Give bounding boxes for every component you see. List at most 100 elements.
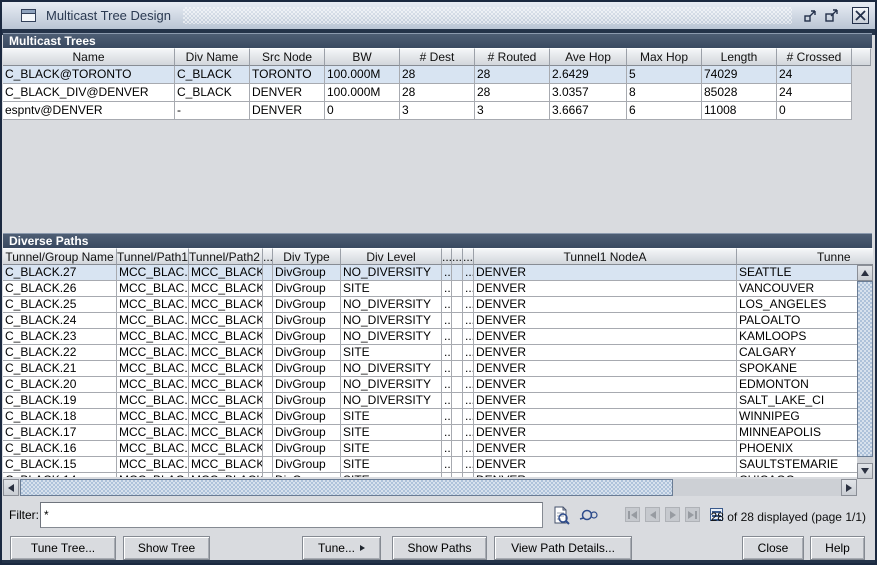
column-header[interactable]: # Crossed <box>777 48 852 66</box>
cell: 0 <box>325 102 400 120</box>
help-button[interactable]: Help <box>810 536 865 560</box>
table-row[interactable]: C_BLACK.20MCC_BLAC...MCC_BLACK... DivGrou… <box>3 377 857 393</box>
cell: DENVER <box>474 425 737 441</box>
column-header[interactable]: Tunnel/Path2 ... <box>189 248 263 265</box>
column-header[interactable]: Tunnel1 NodeA <box>474 248 737 265</box>
table-row[interactable]: C_BLACK.24MCC_BLAC...MCC_BLACK... DivGrou… <box>3 313 857 329</box>
magnifier-icon[interactable] <box>578 505 598 526</box>
vertical-scrollbar[interactable] <box>857 265 873 479</box>
cell <box>452 473 463 477</box>
table-row[interactable]: C_BLACK.14MCC_BLAC...MCC_BLACK... DivGrou… <box>3 473 857 477</box>
cell: ... <box>442 297 452 313</box>
cell: DENVER <box>474 473 737 477</box>
cell: C_BLACK.17 <box>3 425 117 441</box>
multicast-trees-panel-header: Multicast Trees <box>3 33 872 48</box>
cell: C_BLACK.24 <box>3 313 117 329</box>
cell: MCC_BLAC... <box>117 473 189 477</box>
show-tree-button[interactable]: Show Tree <box>123 536 210 560</box>
cell: SITE <box>341 457 442 473</box>
cell: MCC_BLAC... <box>117 265 189 281</box>
show-paths-button[interactable]: Show Paths <box>392 536 487 560</box>
column-header[interactable]: ... <box>463 248 474 265</box>
table-row[interactable]: C_BLACK.18MCC_BLAC...MCC_BLACK... DivGrou… <box>3 409 857 425</box>
tune-tree-button[interactable]: Tune Tree... <box>10 536 116 560</box>
column-header[interactable]: Tunne <box>737 248 857 265</box>
cell: 3.0357 <box>550 84 627 102</box>
column-header[interactable]: ... <box>263 248 273 265</box>
column-header[interactable]: # Dest <box>400 48 475 66</box>
cell: 28 <box>400 84 475 102</box>
column-header[interactable]: # Routed <box>475 48 550 66</box>
column-header[interactable]: ... <box>452 248 463 265</box>
table-row[interactable]: C_BLACK@TORONTO C_BLACK TORONTO 100.000M 28 2… <box>3 66 871 84</box>
column-header[interactable]: Max Hop <box>627 48 702 66</box>
column-header[interactable]: Div Name <box>175 48 250 66</box>
horizontal-scrollbar[interactable] <box>3 479 857 496</box>
cell: ... <box>442 393 452 409</box>
table-row[interactable]: C_BLACK.21MCC_BLAC...MCC_BLACK... DivGrou… <box>3 361 857 377</box>
column-header[interactable]: Ave Hop <box>550 48 627 66</box>
cell: C_BLACK <box>175 84 250 102</box>
cell: 3 <box>475 102 550 120</box>
table-row[interactable]: espntv@DENVER - DENVER 0 3 3 3.6667 6 11008 0 <box>3 102 871 120</box>
cell: C_BLACK.16 <box>3 441 117 457</box>
cell: C_BLACK.27 <box>3 265 117 281</box>
table-row[interactable]: C_BLACK.27MCC_BLAC...MCC_BLACK... DivGrou… <box>3 265 857 281</box>
tune-menu-button[interactable]: Tune... <box>302 536 381 560</box>
view-path-details-button[interactable]: View Path Details... <box>494 536 632 560</box>
table-row[interactable]: C_BLACK.23MCC_BLAC...MCC_BLACK... DivGrou… <box>3 329 857 345</box>
cell: C_BLACK.14 <box>3 473 117 477</box>
column-header[interactable]: Src Node <box>250 48 325 66</box>
cell: MCC_BLAC... <box>117 441 189 457</box>
next-page-icon[interactable] <box>665 507 680 522</box>
scroll-down-icon[interactable] <box>857 463 873 479</box>
cell: PALOALTO <box>737 313 857 329</box>
cell: 74029 <box>702 66 777 84</box>
cell: C_BLACK.21 <box>3 361 117 377</box>
cell: 8 <box>627 84 702 102</box>
table-row[interactable]: C_BLACK.16MCC_BLAC...MCC_BLACK... DivGrou… <box>3 441 857 457</box>
cell: DENVER <box>474 265 737 281</box>
column-header[interactable]: BW <box>325 48 400 66</box>
cell: CALGARY <box>737 345 857 361</box>
close-icon[interactable] <box>852 7 869 24</box>
horizontal-scrollbar-thumb[interactable] <box>20 479 673 496</box>
cell: DENVER <box>474 377 737 393</box>
column-header[interactable]: Length <box>702 48 777 66</box>
vertical-scrollbar-thumb[interactable] <box>857 281 873 457</box>
cell: MCC_BLACK... <box>189 361 263 377</box>
column-header[interactable]: Tunnel/Group Name <box>3 248 117 265</box>
cell: ... <box>463 345 474 361</box>
table-row[interactable]: C_BLACK.25MCC_BLAC...MCC_BLACK... DivGrou… <box>3 297 857 313</box>
previous-page-icon[interactable] <box>645 507 660 522</box>
cell: DENVER <box>250 84 325 102</box>
column-header[interactable]: ... <box>442 248 452 265</box>
column-header[interactable]: Div Type <box>273 248 341 265</box>
title-bar[interactable]: Multicast Tree Design <box>2 2 875 29</box>
cell: DivGroup <box>273 425 341 441</box>
cell: ... <box>463 425 474 441</box>
last-page-icon[interactable] <box>685 507 700 522</box>
table-row[interactable]: C_BLACK_DIV@DENVER C_BLACK DENVER 100.000M 2… <box>3 84 871 102</box>
search-document-icon[interactable] <box>551 505 571 526</box>
cell <box>263 393 273 409</box>
first-page-icon[interactable] <box>625 507 640 522</box>
table-row[interactable]: C_BLACK.17MCC_BLAC...MCC_BLACK... DivGrou… <box>3 425 857 441</box>
close-button[interactable]: Close <box>742 536 804 560</box>
cell: DivGroup <box>273 297 341 313</box>
cell <box>452 265 463 281</box>
table-row[interactable]: C_BLACK.22MCC_BLAC...MCC_BLACK... DivGrou… <box>3 345 857 361</box>
table-row[interactable]: C_BLACK.26MCC_BLAC...MCC_BLACK... DivGrou… <box>3 281 857 297</box>
scroll-left-icon[interactable] <box>3 479 19 496</box>
scroll-up-icon[interactable] <box>857 265 873 281</box>
table-row[interactable]: C_BLACK.15MCC_BLAC...MCC_BLACK... DivGrou… <box>3 457 857 473</box>
filter-input[interactable] <box>40 502 543 528</box>
column-header[interactable]: Name <box>3 48 175 66</box>
cell: 28 <box>475 84 550 102</box>
column-header[interactable]: Tunnel/Path1... <box>117 248 189 265</box>
scroll-right-icon[interactable] <box>841 479 857 496</box>
column-header[interactable]: Div Level <box>341 248 442 265</box>
table-row[interactable]: C_BLACK.19MCC_BLAC...MCC_BLACK... DivGrou… <box>3 393 857 409</box>
maximize-icon[interactable] <box>823 7 840 24</box>
minimize-icon[interactable] <box>802 7 819 24</box>
